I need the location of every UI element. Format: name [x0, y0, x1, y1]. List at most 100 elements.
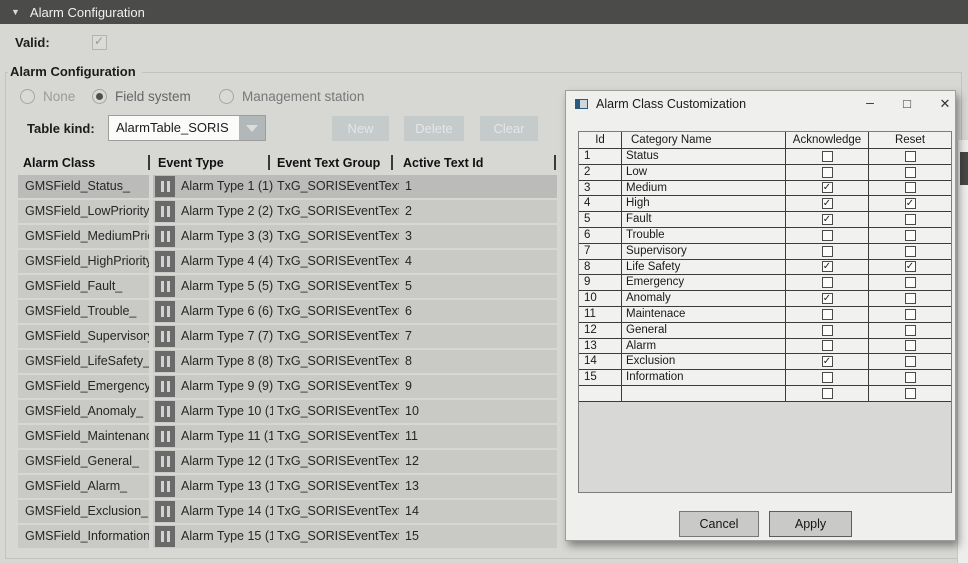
alarm-table-row[interactable]: GMSField_Fault_Alarm Type 5 (5)TxG_SORIS…: [18, 275, 557, 298]
event-type-cell[interactable]: Alarm Type 10 (10): [177, 400, 273, 423]
reset-checkbox[interactable]: [905, 309, 916, 320]
acknowledge-checkbox[interactable]: ✓: [822, 198, 833, 209]
alarm-table-row[interactable]: GMSField_General_ Alarm Type 12 (12)TxG_S…: [18, 450, 557, 473]
event-type-cell[interactable]: Alarm Type 3 (3): [177, 225, 273, 248]
alarm-class-cell[interactable]: GMSField_General_: [18, 450, 149, 473]
event-text-group-cell[interactable]: TxG_SORISEventText: [273, 350, 399, 373]
acknowledge-checkbox[interactable]: [822, 151, 833, 162]
new-button[interactable]: New: [332, 116, 389, 141]
alarm-class-cell[interactable]: GMSField_Supervisory_: [18, 325, 149, 348]
reset-checkbox[interactable]: ✓: [905, 198, 916, 209]
acknowledge-checkbox[interactable]: [822, 230, 833, 241]
alarm-table-row[interactable]: GMSField_LowPriorityAAlarm Type 2 (2)TxG…: [18, 200, 557, 223]
alarm-table-row[interactable]: GMSField_Exclusion_Alarm Type 14 (14)TxG…: [18, 500, 557, 523]
active-text-id-cell[interactable]: 3: [399, 225, 557, 248]
reset-checkbox[interactable]: [905, 277, 916, 288]
alarm-class-cell[interactable]: GMSField_Status_: [18, 175, 149, 198]
grid-header-acknowledge[interactable]: Acknowledge: [786, 132, 869, 149]
radio-management-station[interactable]: Management station: [219, 88, 364, 105]
event-text-group-cell[interactable]: TxG_SORISEventText: [273, 225, 399, 248]
pause-bars-icon[interactable]: [155, 451, 175, 472]
reset-checkbox[interactable]: [905, 293, 916, 304]
active-text-id-cell[interactable]: 14: [399, 500, 557, 523]
panel-header-bar[interactable]: ▼ Alarm Configuration: [0, 0, 968, 24]
event-type-cell[interactable]: Alarm Type 2 (2): [177, 200, 273, 223]
reset-checkbox[interactable]: [905, 230, 916, 241]
event-text-group-cell[interactable]: TxG_SORISEventText: [273, 250, 399, 273]
alarm-table-row[interactable]: GMSField_HighPriority.Alarm Type 4 (4)Tx…: [18, 250, 557, 273]
pause-bars-icon[interactable]: [155, 526, 175, 547]
alarm-class-cell[interactable]: GMSField_Information_: [18, 525, 149, 548]
active-text-id-cell[interactable]: 1: [399, 175, 557, 198]
event-text-group-cell[interactable]: TxG_SORISEventText: [273, 175, 399, 198]
event-text-group-cell[interactable]: TxG_SORISEventText: [273, 450, 399, 473]
acknowledge-checkbox[interactable]: ✓: [822, 261, 833, 272]
reset-checkbox[interactable]: [905, 151, 916, 162]
active-text-id-cell[interactable]: 13: [399, 475, 557, 498]
event-type-cell[interactable]: Alarm Type 7 (7): [177, 325, 273, 348]
collapse-triangle-icon[interactable]: ▼: [11, 0, 20, 24]
event-text-group-cell[interactable]: TxG_SORISEventText: [273, 425, 399, 448]
valid-checkbox[interactable]: ✓: [92, 35, 107, 50]
pause-bars-icon[interactable]: [155, 476, 175, 497]
acknowledge-checkbox[interactable]: [822, 325, 833, 336]
event-type-cell[interactable]: Alarm Type 1 (1): [177, 175, 273, 198]
event-text-group-cell[interactable]: TxG_SORISEventText: [273, 325, 399, 348]
grid-header-reset[interactable]: Reset: [869, 132, 951, 149]
active-text-id-cell[interactable]: 8: [399, 350, 557, 373]
event-text-group-cell[interactable]: TxG_SORISEventText: [273, 400, 399, 423]
cancel-button[interactable]: Cancel: [679, 511, 759, 537]
minimize-button[interactable]: –: [858, 93, 882, 115]
acknowledge-checkbox[interactable]: [822, 388, 833, 399]
acknowledge-checkbox[interactable]: [822, 309, 833, 320]
active-text-id-cell[interactable]: 11: [399, 425, 557, 448]
delete-button[interactable]: Delete: [404, 116, 464, 141]
alarm-table-row[interactable]: GMSField_LifeSafety_Alarm Type 8 (8)TxG_…: [18, 350, 557, 373]
alarm-class-cell[interactable]: GMSField_LifeSafety_: [18, 350, 149, 373]
active-text-id-cell[interactable]: 4: [399, 250, 557, 273]
column-header-event-type[interactable]: Event Type: [151, 153, 271, 173]
event-type-cell[interactable]: Alarm Type 14 (14): [177, 500, 273, 523]
event-text-group-cell[interactable]: TxG_SORISEventText: [273, 275, 399, 298]
active-text-id-cell[interactable]: 9: [399, 375, 557, 398]
pause-bars-icon[interactable]: [155, 276, 175, 297]
reset-checkbox[interactable]: [905, 246, 916, 257]
radio-field-system[interactable]: Field system: [92, 88, 191, 105]
reset-checkbox[interactable]: [905, 388, 916, 399]
pause-bars-icon[interactable]: [155, 401, 175, 422]
active-text-id-cell[interactable]: 15: [399, 525, 557, 548]
alarm-class-cell[interactable]: GMSField_Maintenanc: [18, 425, 149, 448]
scrollbar-thumb[interactable]: [960, 152, 968, 185]
clear-button[interactable]: Clear: [480, 116, 538, 141]
pause-bars-icon[interactable]: [155, 426, 175, 447]
table-kind-combobox[interactable]: AlarmTable_SORIS: [108, 115, 266, 141]
pause-bars-icon[interactable]: [155, 376, 175, 397]
reset-checkbox[interactable]: [905, 214, 916, 225]
pause-bars-icon[interactable]: [155, 326, 175, 347]
alarm-class-cell[interactable]: GMSField_Anomaly_: [18, 400, 149, 423]
event-text-group-cell[interactable]: TxG_SORISEventText: [273, 525, 399, 548]
acknowledge-checkbox[interactable]: [822, 167, 833, 178]
alarm-table-row[interactable]: GMSField_Anomaly_ Alarm Type 10 (10)TxG_S…: [18, 400, 557, 423]
reset-checkbox[interactable]: [905, 340, 916, 351]
radio-none[interactable]: None: [20, 88, 75, 105]
alarm-class-cell[interactable]: GMSField_Trouble_: [18, 300, 149, 323]
alarm-table-row[interactable]: GMSField_Alarm_Alarm Type 13 (13)TxG_SOR…: [18, 475, 557, 498]
pause-bars-icon[interactable]: [155, 251, 175, 272]
alarm-table-row[interactable]: GMSField_Status_ Alarm Type 1 (1)TxG_SORI…: [18, 175, 557, 198]
acknowledge-checkbox[interactable]: [822, 372, 833, 383]
dialog-titlebar[interactable]: Alarm Class Customization – □ ✕: [566, 91, 955, 118]
event-text-group-cell[interactable]: TxG_SORISEventText: [273, 500, 399, 523]
pause-bars-icon[interactable]: [155, 176, 175, 197]
column-header-active-text-id[interactable]: Active Text Id: [394, 153, 557, 173]
grid-header-id[interactable]: Id: [579, 132, 622, 149]
maximize-button[interactable]: □: [895, 93, 919, 115]
combobox-dropdown-button[interactable]: [239, 116, 265, 140]
pause-bars-icon[interactable]: [155, 301, 175, 322]
alarm-table-row[interactable]: GMSField_Emergency_Alarm Type 9 (9)TxG_S…: [18, 375, 557, 398]
pause-bars-icon[interactable]: [155, 501, 175, 522]
alarm-class-cell[interactable]: GMSField_Alarm_: [18, 475, 149, 498]
event-text-group-cell[interactable]: TxG_SORISEventText: [273, 375, 399, 398]
reset-checkbox[interactable]: [905, 325, 916, 336]
event-type-cell[interactable]: Alarm Type 12 (12): [177, 450, 273, 473]
